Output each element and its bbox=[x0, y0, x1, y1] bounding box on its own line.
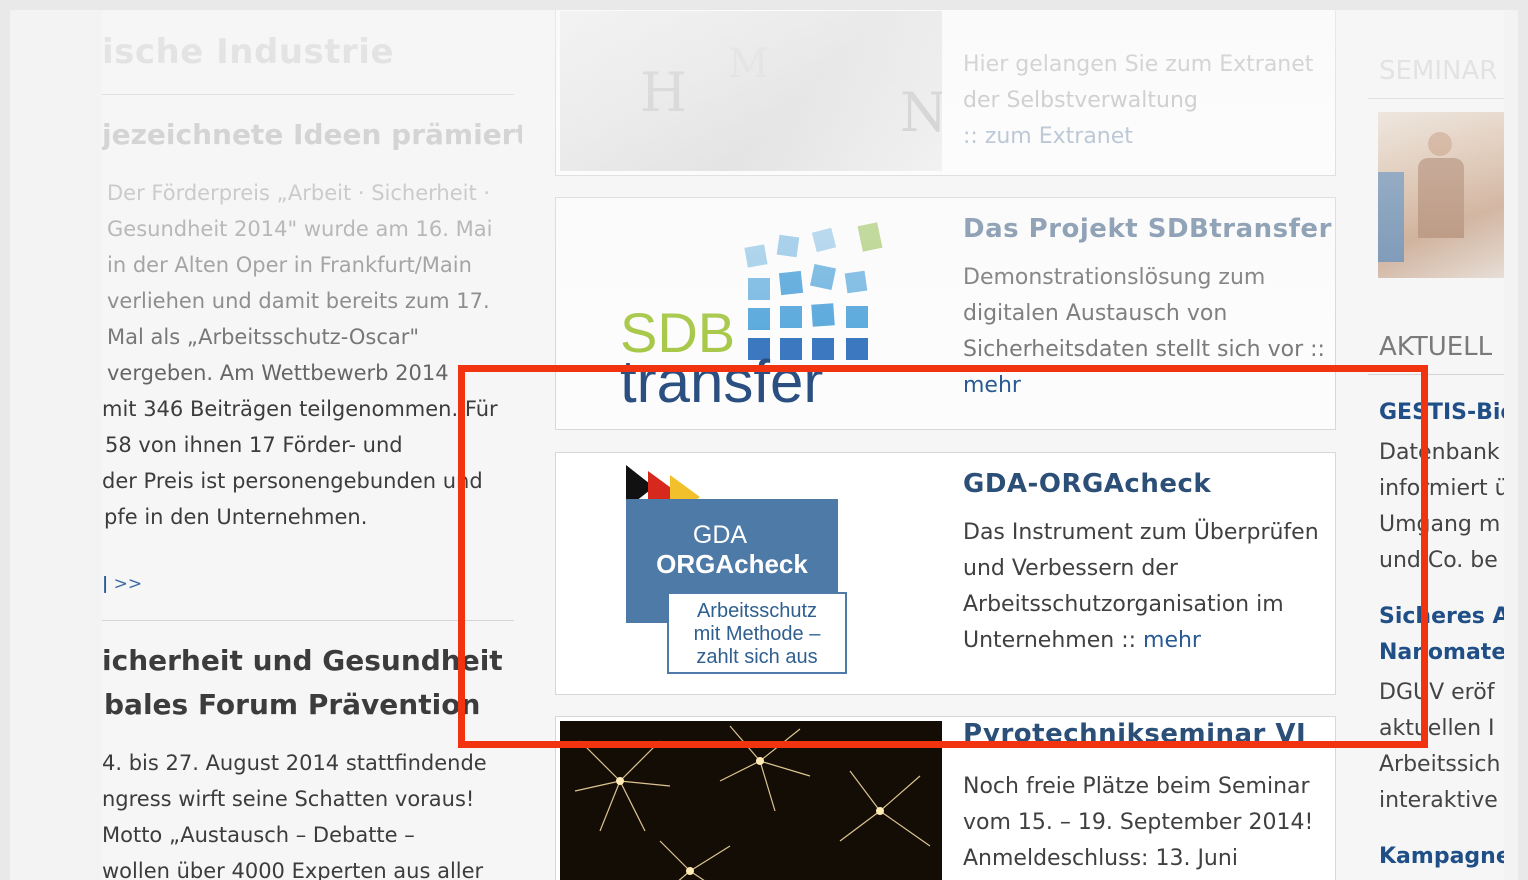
article-line: mit 346 Beiträgen teilgenommen. Für bbox=[102, 397, 498, 421]
fireworks-image bbox=[560, 721, 942, 880]
sdbtransfer-card[interactable]: SDB transfer Das Projekt SDBtransfer Dem… bbox=[555, 197, 1336, 430]
article-title[interactable]: bales Forum Prävention bbox=[104, 688, 480, 721]
aktuell-heading: AKTUELL bbox=[1379, 332, 1493, 362]
card-title[interactable]: GDA-ORGAcheck bbox=[963, 469, 1211, 499]
image-letter: N bbox=[900, 81, 942, 144]
article-line: verliehen und damit bereits zum 17. bbox=[107, 289, 490, 313]
card-text: Das Instrument zum Überprüfen und Verbes… bbox=[963, 515, 1319, 659]
browser-viewport: ische Industrie jezeichnete Ideen prämie… bbox=[102, 10, 1504, 880]
card-line: Hier gelangen Sie zum Extranet bbox=[963, 52, 1314, 77]
divider bbox=[102, 620, 514, 621]
right-sidebar: SEMINAR AKTUELL GESTIS-Bio Datenbank inf… bbox=[1368, 10, 1504, 880]
article-title[interactable]: icherheit und Gesundheit bbox=[102, 644, 503, 677]
page: ische Industrie jezeichnete Ideen prämie… bbox=[10, 10, 1518, 880]
article-line: Motto „Austausch – Debatte – bbox=[102, 823, 415, 847]
article-line: 58 von ihnen 17 Förder- und bbox=[105, 433, 403, 457]
svg-text:transfer: transfer bbox=[620, 348, 823, 415]
left-column: ische Industrie jezeichnete Ideen prämie… bbox=[102, 10, 522, 880]
svg-text:GDA: GDA bbox=[693, 521, 748, 549]
article-line: wollen über 4000 Experten aus aller bbox=[102, 859, 484, 880]
gda-orgacheck-logo: GDA ORGAcheck Arbeitsschutz mit Methode … bbox=[560, 457, 942, 690]
card-line: digitalen Austausch von bbox=[963, 301, 1228, 326]
article-line: Der Förderpreis „Arbeit · Sicherheit · bbox=[107, 181, 491, 205]
svg-text:Arbeitsschutz: Arbeitsschutz bbox=[697, 600, 817, 622]
card-line: Sicherheitsdaten stellt sich vor :: bbox=[963, 337, 1325, 362]
news-text: Datenbank informiert ü Umgang m und Co. … bbox=[1379, 440, 1504, 573]
article-body: Der Förderpreis „Arbeit · Sicherheit · G… bbox=[102, 175, 498, 535]
news-title-link[interactable]: Kampagne bbox=[1379, 839, 1504, 875]
svg-text:ORGAcheck: ORGAcheck bbox=[656, 549, 808, 579]
divider bbox=[1368, 374, 1504, 375]
news-title-link[interactable]: GESTIS-Bio bbox=[1379, 395, 1504, 431]
article-line: ngress wirft seine Schatten voraus! bbox=[102, 787, 475, 811]
sdbtransfer-logo: SDB transfer bbox=[560, 202, 942, 425]
card-text: Hier gelangen Sie zum Extranet der Selbs… bbox=[963, 47, 1313, 155]
svg-text:mit Methode –: mit Methode – bbox=[694, 623, 822, 645]
news-title-link[interactable]: Sicheres A Nanomate bbox=[1379, 599, 1504, 671]
article-line: Gesundheit 2014" wurde am 16. Mai bbox=[107, 217, 493, 241]
card-title[interactable]: Das Projekt SDBtransfer bbox=[963, 214, 1332, 244]
extranet-image: H M N bbox=[560, 11, 942, 171]
card-line: vom 15. – 19. September 2014! bbox=[963, 810, 1314, 835]
article-line: der Preis ist personengebunden und bbox=[102, 469, 483, 493]
card-title[interactable]: Pyrotechnikseminar VI bbox=[963, 719, 1306, 749]
divider bbox=[1368, 98, 1504, 99]
news-text: DGUV eröf aktuellen I Arbeitssich intera… bbox=[1379, 680, 1501, 813]
read-more-link[interactable]: | >> bbox=[102, 574, 142, 594]
more-link[interactable]: mehr bbox=[963, 368, 1325, 404]
seminar-heading: SEMINAR bbox=[1379, 56, 1498, 86]
image-letter: H bbox=[640, 61, 688, 124]
card-line: und Verbessern der bbox=[963, 556, 1178, 581]
card-line: Das Instrument zum Überprüfen bbox=[963, 520, 1319, 545]
card-line: Noch freie Plätze beim Seminar bbox=[963, 774, 1310, 799]
divider bbox=[102, 94, 514, 95]
image-letter: M bbox=[728, 41, 769, 87]
card-text: Noch freie Plätze beim Seminar vom 15. –… bbox=[963, 769, 1313, 877]
card-line: Arbeitsschutzorganisation im bbox=[963, 592, 1284, 617]
card-text: Demonstrationslösung zum digitalen Austa… bbox=[963, 260, 1325, 404]
card-line: der Selbstverwaltung bbox=[963, 88, 1198, 113]
card-line: Anmeldeschluss: 13. Juni bbox=[963, 846, 1238, 871]
article-title[interactable]: jezeichnete Ideen prämiert! bbox=[102, 118, 522, 151]
card-line: Unternehmen :: mehr bbox=[963, 628, 1201, 653]
extranet-link[interactable]: :: zum Extranet bbox=[963, 119, 1313, 155]
article-body: 4. bis 27. August 2014 stattfindende ngr… bbox=[102, 745, 487, 880]
seminar-photo[interactable] bbox=[1378, 112, 1504, 278]
article-line: pfe in den Unternehmen. bbox=[104, 505, 368, 529]
extranet-card[interactable]: H M N Hier gelangen Sie zum Extranet der… bbox=[555, 10, 1336, 176]
section-title: ische Industrie bbox=[102, 32, 395, 72]
gda-orgacheck-card[interactable]: GDA ORGAcheck Arbeitsschutz mit Methode … bbox=[555, 452, 1336, 695]
pyrotechnik-card[interactable]: Pyrotechnikseminar VI Noch freie Plätze … bbox=[555, 716, 1336, 880]
more-link[interactable]: mehr bbox=[1143, 628, 1201, 653]
article-line: in der Alten Oper in Frankfurt/Main bbox=[107, 253, 472, 277]
svg-text:zahlt sich aus: zahlt sich aus bbox=[696, 646, 817, 668]
article-line: 4. bis 27. August 2014 stattfindende bbox=[102, 751, 487, 775]
article-line: Mal als „Arbeitsschutz-Oscar" bbox=[107, 325, 420, 349]
article-line: vergeben. Am Wettbewerb 2014 bbox=[107, 361, 449, 385]
card-line: Demonstrationslösung zum bbox=[963, 265, 1266, 290]
